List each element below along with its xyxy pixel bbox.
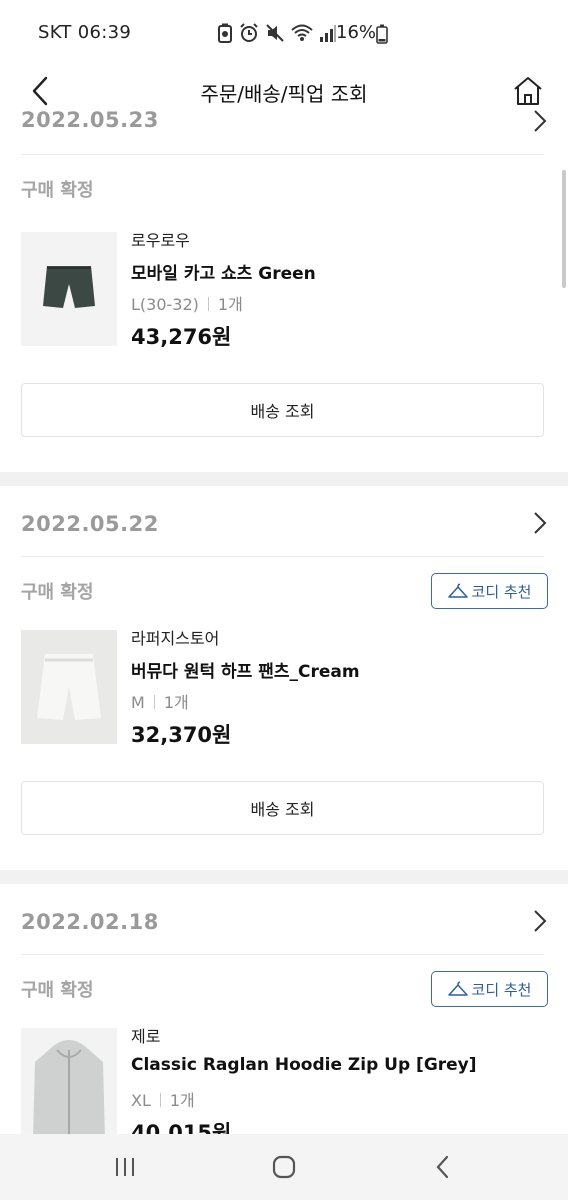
order-group: 2022.05.22 구매 확정 코디 추천 라퍼지스토어 버뮤다 원턱 하프 …: [0, 486, 568, 870]
order-status: 구매 확정: [21, 980, 94, 1001]
battery-icon: [376, 24, 388, 44]
divider: [21, 954, 544, 955]
pants-image: [21, 630, 117, 744]
product-qty: 1개: [217, 295, 243, 314]
status-icons: [217, 22, 337, 44]
product-size: XL: [131, 1091, 151, 1110]
section-divider: [0, 472, 568, 486]
product-image[interactable]: [21, 232, 117, 346]
chevron-right-icon[interactable]: [532, 908, 548, 934]
chevron-right-icon[interactable]: [532, 510, 548, 536]
product-option: M 1개: [131, 689, 189, 713]
order-status: 구매 확정: [21, 180, 94, 201]
product-image[interactable]: [21, 630, 117, 744]
order-date: 2022.05.23: [21, 110, 159, 132]
signal-icon: [320, 25, 336, 42]
product-brand: 로우로우: [131, 231, 190, 250]
product-name[interactable]: Classic Raglan Hoodie Zip Up [Grey]: [131, 1055, 477, 1075]
order-group: 2022.02.18 구매 확정 코디 추천 제로 Classic Raglan…: [0, 884, 568, 1134]
product-price: 40,015원: [131, 1121, 232, 1134]
codi-label: 코디 추천: [471, 582, 532, 601]
separator: [207, 297, 209, 311]
product-size: L(30-32): [131, 295, 199, 314]
divider: [21, 556, 544, 557]
product-brand: 라퍼지스토어: [131, 629, 220, 648]
product-price: 32,370원: [131, 723, 232, 747]
product-option: L(30-32) 1개: [131, 291, 243, 315]
track-delivery-button[interactable]: 배송 조회: [21, 781, 544, 835]
product-size: M: [131, 693, 145, 712]
hoodie-image: [21, 1028, 117, 1134]
hanger-icon: [447, 981, 468, 996]
status-carrier-time: SKT 06:39: [38, 22, 131, 43]
order-date-row[interactable]: 2022.02.18: [0, 884, 568, 955]
shorts-image: [21, 232, 117, 346]
product-price: 43,276원: [131, 325, 232, 349]
codi-label: 코디 추천: [471, 980, 532, 999]
product-name[interactable]: 모바일 카고 쇼츠 Green: [131, 259, 316, 284]
product-brand: 제로: [131, 1027, 161, 1046]
codi-recommend-button[interactable]: 코디 추천: [431, 971, 548, 1007]
order-date: 2022.05.22: [21, 512, 159, 536]
back-icon[interactable]: [434, 1154, 452, 1180]
home-icon[interactable]: [512, 74, 544, 108]
section-divider: [0, 870, 568, 884]
system-nav-bar: [0, 1134, 568, 1200]
divider: [21, 154, 544, 155]
carrier: SKT: [38, 22, 72, 43]
battery-saver-icon: [218, 23, 232, 43]
order-group: 2022.05.23 구매 확정 로우로우 모바일 카고 쇼츠 Green L(…: [0, 110, 568, 486]
mute-icon: [266, 24, 284, 42]
scrollbar[interactable]: [562, 170, 566, 288]
product-qty: 1개: [163, 693, 189, 712]
clock: 06:39: [77, 22, 132, 43]
home-circle-icon[interactable]: [271, 1154, 297, 1180]
separator: [153, 695, 155, 709]
codi-recommend-button[interactable]: 코디 추천: [431, 573, 548, 609]
product-image[interactable]: [21, 1028, 117, 1134]
wifi-icon: [291, 24, 313, 41]
status-bar: SKT 06:39 16%: [0, 0, 568, 64]
order-date: 2022.02.18: [21, 910, 159, 934]
separator: [159, 1093, 161, 1107]
battery-percent: 16%: [336, 22, 377, 43]
page-title: 주문/배송/픽업 조회: [200, 82, 368, 106]
product-name[interactable]: 버뮤다 원턱 하프 팬츠_Cream: [131, 657, 360, 682]
order-date-row[interactable]: 2022.05.22: [0, 486, 568, 557]
order-list[interactable]: 2022.05.23 구매 확정 로우로우 모바일 카고 쇼츠 Green L(…: [0, 110, 568, 1134]
order-status: 구매 확정: [21, 582, 94, 603]
order-date-row[interactable]: 2022.05.23: [0, 110, 568, 156]
recent-apps-icon[interactable]: [113, 1156, 137, 1178]
hanger-icon: [447, 583, 468, 598]
chevron-right-icon[interactable]: [532, 110, 548, 134]
alarm-icon: [240, 23, 258, 42]
product-option: XL 1개: [131, 1087, 195, 1111]
track-delivery-button[interactable]: 배송 조회: [21, 383, 544, 437]
product-qty: 1개: [169, 1091, 195, 1110]
